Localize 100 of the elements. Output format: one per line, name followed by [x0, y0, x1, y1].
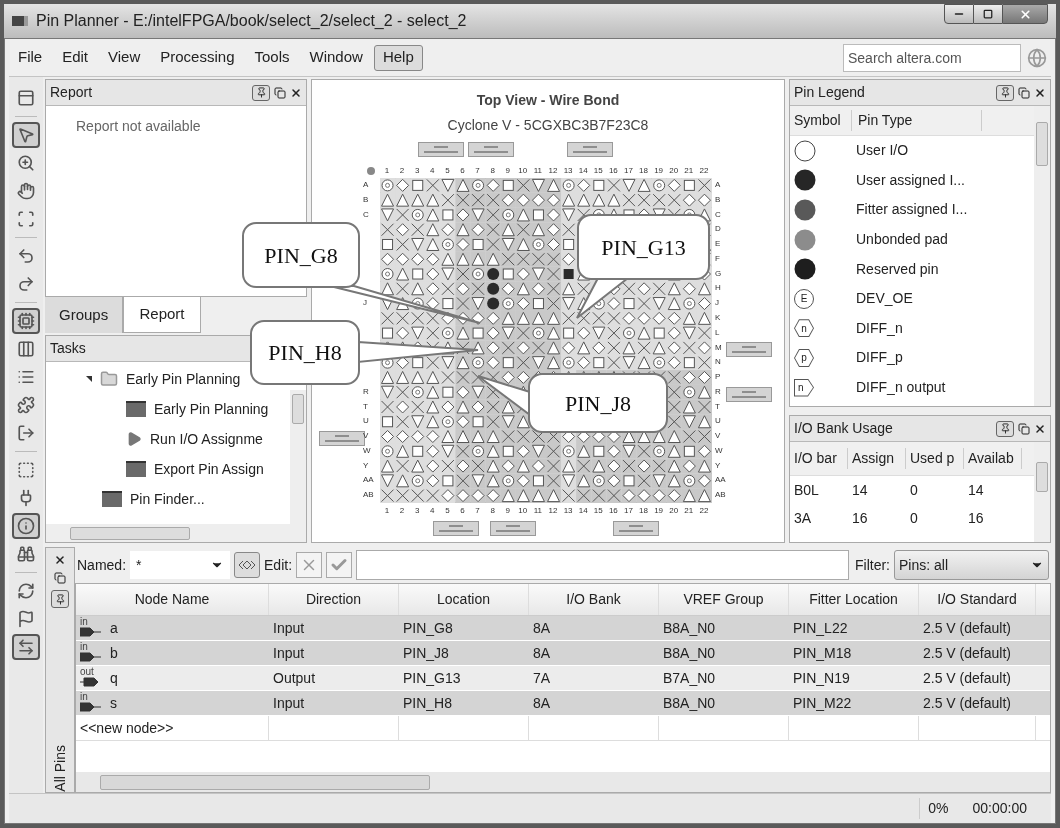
close-button[interactable] [1002, 4, 1048, 24]
column-header[interactable]: Availab [964, 448, 1022, 469]
vertical-scrollbar[interactable] [1034, 442, 1050, 542]
menu-item[interactable]: Window [300, 44, 372, 71]
row-label: B [715, 194, 721, 205]
swap-button[interactable] [12, 634, 40, 660]
column-label: 4 [429, 166, 436, 176]
row-label: A [363, 180, 369, 190]
task-icon [126, 461, 146, 477]
task-item[interactable]: Early Pin Planning [154, 398, 269, 420]
pin-button[interactable] [252, 84, 270, 101]
new-node-cell[interactable]: <<new node>> [76, 716, 269, 740]
pin-type-label: DIFF_p [856, 348, 903, 368]
column-header[interactable]: Used p [906, 448, 964, 469]
vertical-scrollbar[interactable] [1034, 106, 1050, 406]
pin-button[interactable] [996, 84, 1014, 101]
maximize-button[interactable] [974, 4, 1002, 24]
column-header[interactable]: Assign [848, 448, 906, 469]
report-message: Report not available [75, 117, 202, 136]
node-finder-button[interactable] [234, 552, 261, 578]
column-label: 5 [444, 166, 451, 176]
menu-item[interactable]: File [9, 44, 52, 71]
close-icon[interactable] [54, 554, 66, 566]
restore-icon[interactable] [274, 86, 286, 99]
filter-dropdown[interactable]: Pins: all [894, 550, 1049, 580]
pin-icon [999, 423, 1011, 434]
close-icon[interactable] [290, 86, 302, 99]
horizontal-scrollbar[interactable] [76, 772, 1050, 792]
task-item[interactable]: Export Pin Assign [154, 458, 264, 480]
column-header[interactable]: Direction [269, 584, 399, 615]
menu-item[interactable]: Tools [245, 44, 299, 71]
row-label: W [363, 445, 371, 456]
table-cell-text: 0 [909, 508, 919, 528]
column-header[interactable]: Fitter Location [789, 584, 919, 615]
menu-item[interactable]: Help [373, 44, 423, 71]
pin-icon [999, 87, 1011, 98]
panel-tab[interactable]: Groups [45, 297, 123, 333]
column-header[interactable]: Symbol [790, 110, 852, 131]
column-header[interactable]: VREF Group [659, 584, 789, 615]
restore-icon[interactable] [1018, 422, 1030, 435]
column-header[interactable]: I/O Standard [919, 584, 1036, 615]
expand-arrow-icon[interactable] [86, 376, 92, 382]
row-label: P [715, 372, 721, 383]
column-label: 8 [489, 166, 496, 176]
task-item[interactable]: Run I/O Assignme [150, 428, 263, 450]
vertical-scrollbar[interactable] [290, 390, 306, 524]
bank-label-drawing [567, 142, 613, 157]
close-icon[interactable] [1034, 422, 1046, 435]
row-label: AB [715, 490, 726, 501]
cancel-button[interactable] [296, 552, 323, 578]
task-item[interactable]: Early Pin Planning [126, 368, 241, 390]
column-label: 7 [474, 506, 481, 516]
column-label: 16 [607, 506, 619, 516]
menu-item[interactable]: Edit [53, 44, 98, 71]
row-label: C [715, 209, 721, 220]
accept-button[interactable] [326, 552, 353, 578]
lettered-hexagon-icon: n [794, 319, 814, 338]
column-label: 5 [444, 506, 451, 516]
menu-item[interactable]: View [99, 44, 150, 71]
puzzle-icon [17, 396, 35, 414]
search-field[interactable]: Search altera.com [843, 43, 1021, 72]
table-cell-text: 3A [793, 508, 813, 528]
table-cell-text: 8A [533, 643, 551, 663]
column-label: 1 [383, 506, 391, 516]
table-cell-text: 16 [851, 508, 869, 528]
row-label: R [715, 386, 721, 397]
export-icon [17, 424, 35, 442]
named-dropdown[interactable]: * [130, 551, 231, 579]
panel-tab[interactable]: Report [123, 297, 201, 333]
pin-button[interactable] [51, 590, 69, 608]
column-header[interactable]: Location [399, 584, 529, 615]
pin-type-label: DIFF_n [856, 318, 903, 338]
column-header[interactable]: Pin Type [852, 110, 982, 131]
app-icon [12, 16, 28, 26]
row-label: L [715, 327, 720, 338]
edit-field[interactable] [356, 550, 849, 580]
window-title: Pin Planner - E:/intelFPGA/book/select_2/select_2 - select_2 [36, 11, 468, 31]
row-label: C [363, 209, 369, 220]
side-tab[interactable]: All Pins [49, 741, 71, 792]
info-button[interactable] [12, 513, 40, 539]
pin-button[interactable] [996, 420, 1014, 437]
column-header[interactable]: I/O Bank [529, 584, 659, 615]
restore-icon[interactable] [1018, 86, 1030, 99]
column-label: 2 [398, 506, 406, 516]
restore-icon[interactable] [54, 572, 66, 584]
table-cell-text: 2.5 V (default) [923, 618, 1011, 638]
play-icon [126, 431, 142, 447]
task-item[interactable]: Pin Finder... [130, 488, 205, 510]
column-label: 10 [517, 166, 529, 176]
chip-button[interactable] [12, 308, 40, 334]
column-header[interactable]: Node Name [76, 584, 269, 615]
column-header[interactable]: I/O bar [790, 448, 848, 469]
minimize-button[interactable] [944, 4, 974, 24]
pointer-button[interactable] [12, 122, 40, 148]
close-icon[interactable] [1034, 86, 1046, 99]
menu-item[interactable]: Processing [151, 44, 244, 71]
table-cell-text: b [110, 643, 118, 663]
dashed-square-icon [17, 461, 35, 479]
column-label: 2 [398, 166, 406, 176]
horizontal-scrollbar[interactable] [46, 524, 306, 542]
